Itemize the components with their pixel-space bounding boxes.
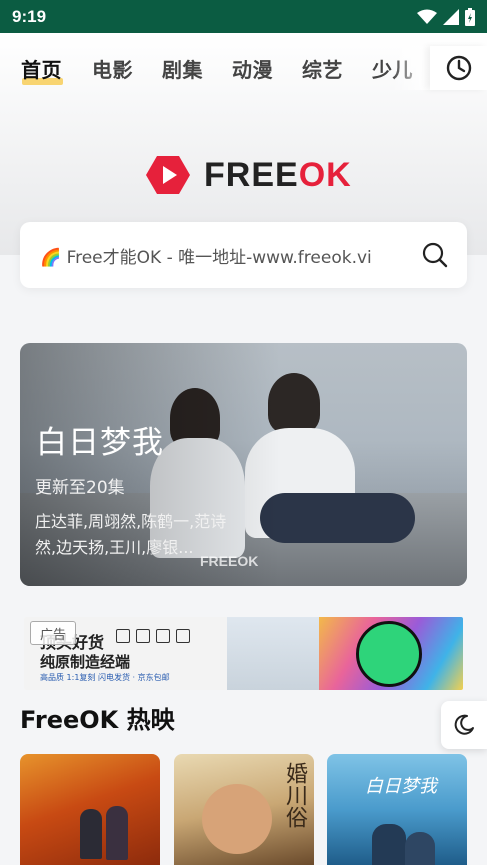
tab-home[interactable]: 首页 (21, 54, 62, 83)
search-bar[interactable]: 🌈 Free才能OK - 唯一地址-www.freeok.vi (20, 222, 467, 288)
poster-face (202, 784, 272, 854)
brand-logo-icon (136, 629, 150, 643)
sneaker-graphic (356, 621, 422, 687)
brand-logo-icon (156, 629, 170, 643)
ad-fineprint: 高品质 1:1复刻 闪电发货 · 京东包邮 (40, 673, 170, 682)
ad-subheadline: 纯原制造经端 (40, 653, 131, 671)
search-icon[interactable] (421, 241, 449, 269)
category-nav: 首页 电影 剧集 动漫 综艺 少儿 (0, 46, 487, 90)
poster-figure (80, 809, 102, 859)
tab-anime[interactable]: 动漫 (232, 54, 273, 83)
dark-mode-toggle[interactable] (441, 701, 487, 749)
ad-badge: 广告 (30, 621, 76, 645)
battery-icon (465, 7, 475, 26)
poster-card[interactable]: 白日梦我 (327, 754, 467, 865)
clock-icon (446, 55, 471, 81)
play-logo-icon (146, 156, 190, 194)
wifi-icon (417, 9, 437, 24)
status-time: 9:19 (12, 6, 47, 26)
status-icons (417, 7, 475, 26)
poster-figure (405, 832, 435, 865)
tab-movies[interactable]: 电影 (92, 54, 133, 83)
banner-figure-legs (260, 493, 415, 543)
poster-card[interactable] (20, 754, 160, 865)
moon-icon (454, 714, 474, 735)
status-bar: 9:19 (0, 0, 487, 33)
poster-title-text: 婚川俗 (282, 762, 307, 828)
ad-brand-logos (116, 629, 190, 643)
banner-watermark: FREEOK (200, 553, 259, 569)
history-button[interactable] (430, 46, 487, 90)
featured-banner[interactable]: 白日梦我 更新至20集 庄达菲,周翊然,陈鹤一,范诗然,边天扬,王川,廖银...… (20, 343, 467, 586)
brand-logo-icon (176, 629, 190, 643)
logo-text-ok: OK (298, 155, 352, 194)
featured-episode-status: 更新至20集 (35, 478, 125, 498)
poster-figure (372, 824, 406, 865)
ad-product-graphic (319, 617, 463, 690)
poster-title-text: 白日梦我 (365, 776, 437, 797)
section-title: FreeOK 热映 (20, 706, 175, 734)
poster-figure (106, 806, 128, 860)
tab-series[interactable]: 剧集 (162, 54, 203, 83)
featured-title: 白日梦我 (36, 425, 164, 461)
ad-left-panel: 顶头好货 纯原制造经端 高品质 1:1复刻 闪电发货 · 京东包邮 广告 (24, 617, 227, 690)
tab-scroll-fade (392, 46, 430, 90)
ad-product-photo (227, 617, 319, 690)
poster-card[interactable]: 婚川俗 (174, 754, 314, 865)
brand-logo-icon (116, 629, 130, 643)
tab-variety[interactable]: 综艺 (302, 54, 343, 83)
ad-banner[interactable]: 顶头好货 纯原制造经端 高品质 1:1复刻 闪电发货 · 京东包邮 广告 (24, 617, 463, 690)
search-input[interactable]: 🌈 Free才能OK - 唯一地址-www.freeok.vi (40, 243, 411, 268)
logo-text-free: FREE (204, 155, 299, 194)
signal-icon (443, 8, 459, 25)
freeok-logo: FREEOK (146, 152, 352, 198)
